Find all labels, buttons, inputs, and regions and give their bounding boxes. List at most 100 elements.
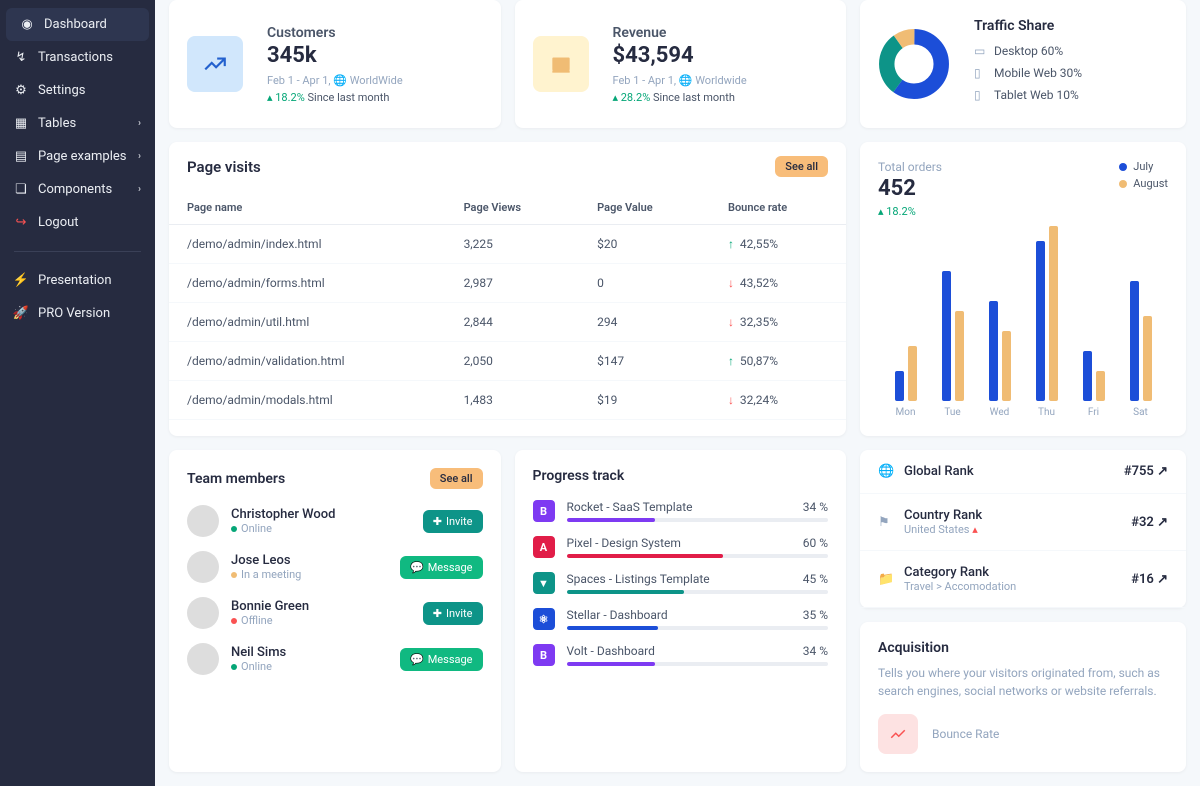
progress-card: Progress track BRocket - SaaS Template34…: [515, 450, 847, 772]
rank-title: Category Rank: [904, 565, 1121, 580]
nav-settings[interactable]: ⚙ Settings: [0, 74, 155, 107]
section-title: Team members: [187, 471, 285, 487]
nav-tables[interactable]: ▦Tables›: [0, 107, 155, 140]
sidebar: ◉Dashboard↯Transactions⚙Settings▦Tables›…: [0, 0, 155, 786]
bounce-label: Bounce Rate: [932, 727, 999, 741]
rank-item: ⚑Country RankUnited States ▴#32 ↗: [860, 494, 1186, 551]
stat-value: $43,594: [613, 43, 747, 68]
nav-presentation[interactable]: ⚡Presentation: [0, 264, 155, 297]
team-member: Jose LeosIn a meeting💬Message: [187, 551, 483, 583]
progress-item: BRocket - SaaS Template34 %: [533, 500, 829, 522]
traffic-card: Traffic Share ▭Desktop 60%▯Mobile Web 30…: [860, 0, 1186, 128]
nav-label: Components: [38, 182, 112, 197]
nav-label: Transactions: [38, 50, 113, 65]
table-row[interactable]: /demo/admin/util.html2,844294↓ 32,35%: [169, 303, 846, 342]
avatar: [187, 551, 219, 583]
legend-item: July: [1119, 160, 1168, 173]
nav-icon: ❏: [14, 183, 28, 197]
avatar: [187, 505, 219, 537]
nav-dashboard[interactable]: ◉Dashboard: [6, 8, 149, 41]
stat-period: Feb 1 - Apr 1, 🌐 WorldWide: [267, 74, 403, 87]
nav-page-examples[interactable]: ▤Page examples›: [0, 140, 155, 173]
progress-item: APixel - Design System60 %: [533, 536, 829, 558]
nav-icon: ↯: [14, 51, 28, 65]
progress-item: ⚛Stellar - Dashboard35 %: [533, 608, 829, 630]
chart-icon: ↗: [1157, 515, 1168, 530]
chevron-right-icon: ›: [138, 184, 141, 195]
orders-value: 452: [878, 176, 942, 201]
rank-value: #32 ↗: [1131, 515, 1168, 530]
project-pct: 35 %: [803, 608, 828, 622]
nav-icon: ⚙: [14, 84, 28, 98]
arrow-down-icon: ↓: [728, 276, 734, 290]
project-icon: B: [533, 500, 555, 522]
device-icon: ▯: [974, 66, 986, 80]
project-pct: 34 %: [803, 500, 828, 514]
chevron-right-icon: ›: [138, 151, 141, 162]
nav-icon: ↪: [14, 216, 28, 230]
stat-change: ▴ 28.2% Since last month: [613, 91, 747, 104]
chat-icon: 💬: [410, 561, 424, 574]
stat-period: Feb 1 - Apr 1, 🌐 Worldwide: [613, 74, 747, 87]
visits-table: Page namePage ViewsPage ValueBounce rate…: [169, 191, 846, 420]
revenue-card: Revenue $43,594 Feb 1 - Apr 1, 🌐 Worldwi…: [515, 0, 847, 128]
bar-group: Wed: [989, 301, 1011, 418]
table-row[interactable]: /demo/admin/validation.html2,050$147↑ 50…: [169, 342, 846, 381]
nav-pro-version[interactable]: 🚀PRO Version: [0, 297, 155, 330]
table-row[interactable]: /demo/admin/forms.html2,9870↓ 43,52%: [169, 264, 846, 303]
project-icon: ⚛: [533, 608, 555, 630]
nav-label: Settings: [38, 83, 85, 98]
section-title: Progress track: [533, 468, 625, 484]
project-icon: B: [533, 644, 555, 666]
donut-chart: [878, 28, 950, 100]
nav-transactions[interactable]: ↯ Transactions: [0, 41, 155, 74]
member-name: Bonnie Green: [231, 599, 411, 614]
see-all-button[interactable]: See all: [775, 156, 828, 177]
nav-label: Tables: [38, 116, 76, 131]
message-button[interactable]: 💬Message: [400, 648, 483, 671]
rank-icon: ⚑: [878, 515, 894, 530]
nav-logout[interactable]: ↪Logout: [0, 206, 155, 239]
member-status: Online: [231, 522, 411, 535]
project-pct: 34 %: [803, 644, 828, 658]
table-header: Page Value: [579, 191, 710, 225]
legend-item: August: [1119, 177, 1168, 190]
project-pct: 45 %: [803, 572, 828, 586]
bar-group: Sat: [1130, 281, 1152, 418]
arrow-up-icon: ↑: [728, 237, 734, 251]
main-content: Customers 345k Feb 1 - Apr 1, 🌐 WorldWid…: [155, 0, 1200, 786]
bar-group: Tue: [942, 271, 964, 418]
nav-label: Page examples: [38, 149, 127, 164]
team-member: Neil SimsOnline💬Message: [187, 643, 483, 675]
rank-sub: Travel > Accomodation: [904, 580, 1121, 593]
nav-label: Dashboard: [44, 17, 107, 32]
rank-item: 🌐Global Rank#755 ↗: [860, 450, 1186, 494]
table-header: Bounce rate: [710, 191, 846, 225]
team-card: Team members See all Christopher WoodOnl…: [169, 450, 501, 772]
chevron-right-icon: ›: [138, 118, 141, 129]
register-icon: [533, 36, 589, 92]
team-member: Bonnie GreenOffline ✚Invite: [187, 597, 483, 629]
project-icon: ▼: [533, 572, 555, 594]
project-name: Pixel - Design System: [567, 536, 681, 550]
chart-icon: [187, 36, 243, 92]
invite-button[interactable]: ✚Invite: [423, 510, 483, 533]
nav-components[interactable]: ❏ Components ›: [0, 173, 155, 206]
arrow-up-icon: ↑: [728, 354, 734, 368]
rank-value: #755 ↗: [1124, 464, 1168, 479]
acq-description: Tells you where your visitors originated…: [878, 664, 1168, 700]
avatar: [187, 643, 219, 675]
see-all-button[interactable]: See all: [430, 468, 483, 489]
table-row[interactable]: /demo/admin/modals.html1,483$19↓ 32,24%: [169, 381, 846, 420]
section-title: Page visits: [187, 158, 261, 176]
bar-chart: MonTueWedThuFriSat: [878, 238, 1168, 418]
invite-button[interactable]: ✚Invite: [423, 602, 483, 625]
nav-label: PRO Version: [38, 306, 110, 321]
rank-title: Country Rank: [904, 508, 1121, 523]
member-status: Offline: [231, 614, 411, 627]
stat-title: Revenue: [613, 25, 747, 41]
member-status: Online: [231, 660, 388, 673]
message-button[interactable]: 💬Message: [400, 556, 483, 579]
nav-icon: ⚡: [14, 274, 28, 288]
table-row[interactable]: /demo/admin/index.html3,225$20↑ 42,55%: [169, 225, 846, 264]
